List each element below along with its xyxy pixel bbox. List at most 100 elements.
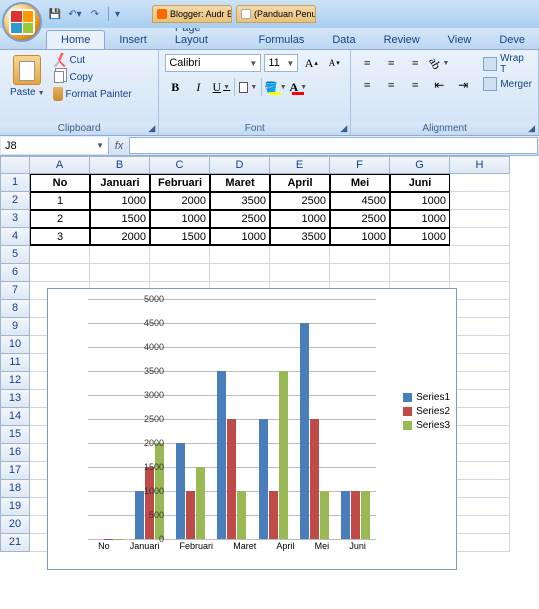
cell[interactable] [90, 246, 150, 264]
align-bottom-button[interactable]: ≡ [405, 53, 425, 73]
cell[interactable]: 2000 [90, 228, 150, 246]
cell[interactable] [30, 246, 90, 264]
cell[interactable] [450, 372, 510, 390]
cell[interactable] [450, 444, 510, 462]
dialog-launcher-icon[interactable]: ◢ [528, 123, 535, 134]
cell[interactable] [450, 408, 510, 426]
cell[interactable]: 2500 [330, 210, 390, 228]
row-header[interactable]: 15 [0, 426, 30, 444]
cell[interactable] [210, 264, 270, 282]
cell[interactable]: 3 [30, 228, 90, 246]
wrap-text-button[interactable]: Wrap T [483, 53, 532, 75]
cell[interactable] [150, 246, 210, 264]
grow-font-button[interactable]: A▴ [301, 53, 321, 73]
paste-button[interactable]: Paste▼ [6, 53, 49, 100]
dialog-launcher-icon[interactable]: ◢ [148, 123, 155, 134]
row-header[interactable]: 17 [0, 462, 30, 480]
copy-button[interactable]: Copy [53, 70, 132, 84]
worksheet[interactable]: A B C D E F G H 1NoJanuariFebruariMaretA… [0, 156, 539, 552]
save-icon[interactable]: 💾 [48, 7, 62, 21]
align-right-button[interactable]: ≡ [405, 75, 425, 95]
name-box[interactable]: J8▼ [1, 137, 109, 154]
tab-formulas[interactable]: Formulas [244, 31, 318, 49]
cut-button[interactable]: Cut [53, 53, 132, 67]
align-top-button[interactable]: ≡ [357, 53, 377, 73]
cell[interactable]: Maret [210, 174, 270, 192]
row-header[interactable]: 2 [0, 192, 30, 210]
cell[interactable]: 4500 [330, 192, 390, 210]
cell[interactable] [450, 336, 510, 354]
row-header[interactable]: 3 [0, 210, 30, 228]
browser-tab[interactable]: (Panduan Penul... [236, 5, 316, 23]
borders-button[interactable]: ▼ [238, 77, 258, 97]
cell[interactable]: Mei [330, 174, 390, 192]
chart[interactable]: NoJanuariFebruariMaretAprilMeiJuni Serie… [47, 288, 457, 570]
cell[interactable]: Februari [150, 174, 210, 192]
cell[interactable]: 1000 [150, 210, 210, 228]
row-header[interactable]: 6 [0, 264, 30, 282]
col-header[interactable]: B [90, 156, 150, 174]
cell[interactable]: Januari [90, 174, 150, 192]
row-header[interactable]: 1 [0, 174, 30, 192]
row-header[interactable]: 12 [0, 372, 30, 390]
cell[interactable] [450, 192, 510, 210]
shrink-font-button[interactable]: A▾ [324, 53, 344, 73]
tab-developer[interactable]: Deve [485, 31, 539, 49]
cell[interactable] [450, 462, 510, 480]
cell[interactable] [450, 534, 510, 552]
row-header[interactable]: 8 [0, 300, 30, 318]
cell[interactable]: 1000 [90, 192, 150, 210]
cell[interactable]: 1000 [390, 210, 450, 228]
cell[interactable] [450, 390, 510, 408]
cell[interactable] [270, 246, 330, 264]
redo-icon[interactable]: ↷ [88, 7, 102, 21]
align-center-button[interactable]: ≡ [381, 75, 401, 95]
tab-insert[interactable]: Insert [105, 31, 161, 49]
row-header[interactable]: 16 [0, 444, 30, 462]
row-header[interactable]: 19 [0, 498, 30, 516]
formula-input[interactable] [129, 137, 538, 154]
col-header[interactable]: C [150, 156, 210, 174]
col-header[interactable]: D [210, 156, 270, 174]
tab-review[interactable]: Review [370, 31, 434, 49]
row-header[interactable]: 5 [0, 246, 30, 264]
cell[interactable] [450, 354, 510, 372]
col-header[interactable]: G [390, 156, 450, 174]
cell[interactable]: Juni [390, 174, 450, 192]
cell[interactable] [210, 246, 270, 264]
align-middle-button[interactable]: ≡ [381, 53, 401, 73]
cell[interactable]: 1000 [210, 228, 270, 246]
bold-button[interactable]: B [165, 77, 185, 97]
row-header[interactable]: 18 [0, 480, 30, 498]
cell[interactable] [450, 516, 510, 534]
font-name-combo[interactable]: Calibri▼ [165, 54, 261, 72]
cell[interactable] [450, 174, 510, 192]
row-header[interactable]: 14 [0, 408, 30, 426]
row-header[interactable]: 21 [0, 534, 30, 552]
fx-icon[interactable]: fx [110, 140, 128, 152]
cell[interactable] [450, 300, 510, 318]
decrease-indent-button[interactable]: ⇤ [429, 75, 449, 95]
fill-color-button[interactable]: 🪣▼ [265, 77, 285, 97]
select-all-corner[interactable] [0, 156, 30, 174]
cell[interactable] [330, 246, 390, 264]
cell[interactable]: 2500 [270, 192, 330, 210]
cell[interactable]: 2 [30, 210, 90, 228]
orientation-button[interactable]: ab▼ [429, 53, 449, 73]
cell[interactable] [390, 264, 450, 282]
tab-data[interactable]: Data [318, 31, 369, 49]
cell[interactable]: 1500 [90, 210, 150, 228]
cell[interactable]: 1500 [150, 228, 210, 246]
row-header[interactable]: 20 [0, 516, 30, 534]
browser-tab[interactable]: Blogger: Audr B... [152, 5, 232, 23]
col-header[interactable]: A [30, 156, 90, 174]
cell[interactable] [330, 264, 390, 282]
cell[interactable] [30, 264, 90, 282]
cell[interactable]: 3500 [210, 192, 270, 210]
office-button[interactable] [2, 2, 42, 42]
cell[interactable] [450, 264, 510, 282]
cell[interactable]: 1 [30, 192, 90, 210]
merge-center-button[interactable]: Merger [483, 77, 532, 91]
cell[interactable]: 1000 [390, 228, 450, 246]
cell[interactable]: 1000 [330, 228, 390, 246]
